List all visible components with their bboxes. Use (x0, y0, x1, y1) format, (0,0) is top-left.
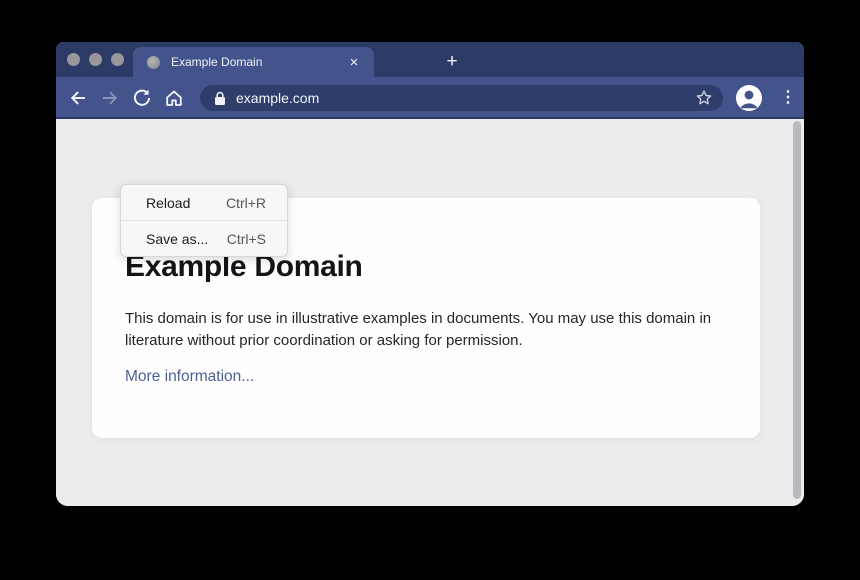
new-tab-button[interactable]: + (440, 50, 464, 74)
menu-item-shortcut: Ctrl+S (227, 231, 266, 247)
menu-item-label: Save as... (146, 231, 208, 247)
scrollbar-thumb[interactable] (793, 121, 801, 499)
address-bar[interactable]: example.com (200, 85, 723, 111)
menu-item-save-as[interactable]: Save as... Ctrl+S (121, 221, 287, 256)
menu-item-reload[interactable]: Reload Ctrl+R (121, 185, 287, 220)
forward-button[interactable] (100, 88, 120, 108)
reload-button[interactable] (132, 88, 152, 108)
overflow-menu-button[interactable]: ⋮ (778, 85, 798, 111)
tab-example-domain[interactable]: Example Domain × (133, 47, 374, 77)
minimize-window-button[interactable] (89, 53, 102, 66)
page-viewport: Example Domain This domain is for use in… (56, 119, 804, 506)
url-text[interactable]: example.com (236, 90, 695, 106)
scrollbar[interactable] (792, 119, 804, 506)
menu-item-shortcut: Ctrl+R (226, 195, 266, 211)
tab-title: Example Domain (171, 55, 346, 69)
tab-favicon-icon (147, 56, 160, 69)
browser-window: Example Domain × + (56, 42, 804, 506)
profile-avatar-button[interactable] (735, 84, 763, 112)
back-button[interactable] (68, 88, 88, 108)
maximize-window-button[interactable] (111, 53, 124, 66)
more-information-link[interactable]: More information... (125, 368, 254, 386)
lock-icon (214, 91, 226, 106)
tab-close-icon[interactable]: × (346, 55, 362, 70)
home-button[interactable] (164, 88, 184, 108)
traffic-lights (67, 53, 124, 66)
toolbar: example.com ⋮ (56, 77, 804, 119)
titlebar: Example Domain × + (56, 42, 804, 77)
menu-item-label: Reload (146, 195, 190, 211)
close-window-button[interactable] (67, 53, 80, 66)
bookmark-star-icon[interactable] (695, 89, 713, 107)
context-menu: Reload Ctrl+R Save as... Ctrl+S (120, 184, 288, 257)
page-paragraph: This domain is for use in illustrative e… (125, 308, 717, 352)
